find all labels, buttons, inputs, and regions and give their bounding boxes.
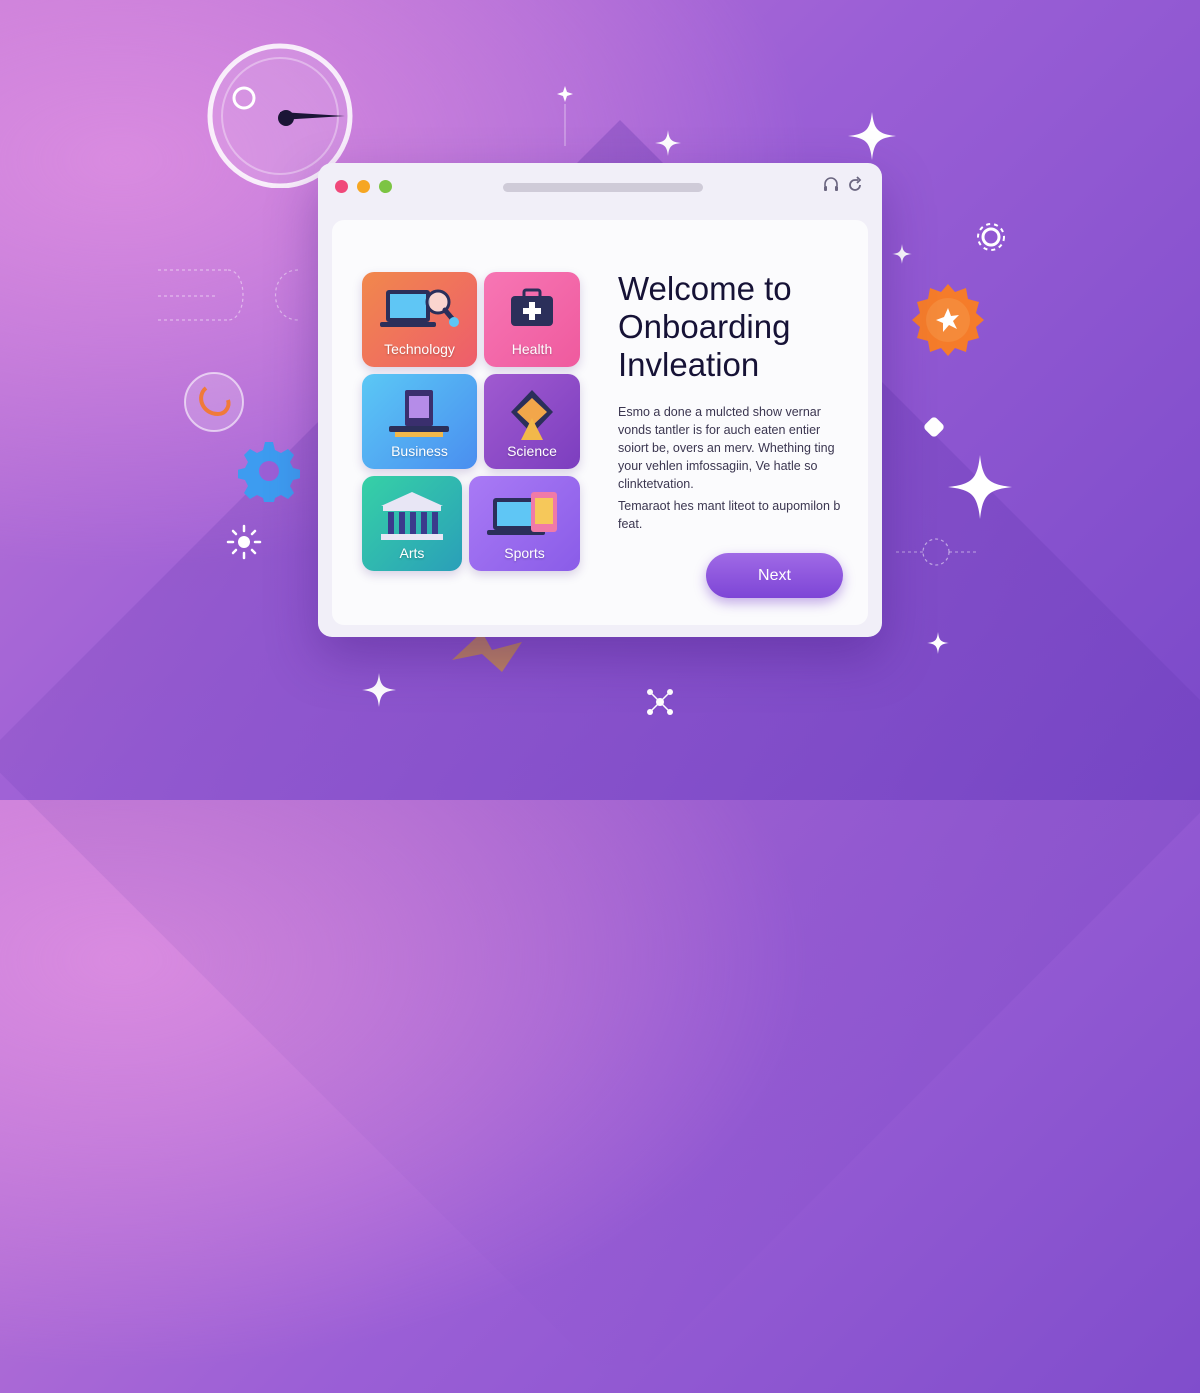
tile-label: Business — [391, 443, 448, 459]
category-tile-business[interactable]: Business — [362, 374, 477, 469]
museum-icon — [381, 492, 443, 540]
tile-label: Arts — [399, 545, 425, 561]
refresh-icon[interactable] — [846, 176, 864, 194]
category-tile-arts[interactable]: Arts — [362, 476, 462, 571]
maximize-window-button[interactable] — [379, 180, 392, 193]
laptop-magnifier-icon — [379, 289, 459, 327]
welcome-title-line-3: Invleation — [618, 346, 760, 383]
dashed-circle-icon — [896, 538, 976, 566]
geometric-shape-icon — [511, 390, 553, 440]
gear-icon — [238, 442, 300, 502]
tile-label: Science — [507, 443, 557, 459]
sparkle-icon — [655, 130, 681, 156]
medical-kit-icon — [511, 288, 553, 326]
welcome-title-line-1: Welcome to — [618, 270, 792, 307]
category-tile-science[interactable]: Science — [484, 374, 580, 469]
tile-label: Technology — [384, 341, 455, 357]
welcome-title-line-2: Onboarding — [618, 308, 791, 345]
close-window-button[interactable] — [335, 180, 348, 193]
window-titlebar — [318, 163, 882, 211]
ribbon-star-decoration — [452, 632, 522, 672]
next-button[interactable]: Next — [706, 553, 843, 598]
dashed-lines-decoration — [158, 269, 298, 321]
category-tile-health[interactable]: Health — [484, 272, 580, 367]
sparkle-icon — [927, 632, 949, 654]
glass-orb-icon — [184, 372, 244, 432]
category-tile-sports[interactable]: Sports — [469, 476, 580, 571]
orange-badge-icon — [912, 284, 984, 356]
welcome-title: Welcome to Onboarding Invleation — [618, 270, 858, 384]
document-stack-icon — [388, 390, 449, 437]
network-nodes-icon — [647, 689, 673, 715]
address-bar[interactable] — [503, 183, 703, 192]
rounded-diamond-icon — [924, 417, 944, 437]
window-content: Technology Health Business Science Arts … — [332, 220, 868, 625]
sparkle-icon — [362, 673, 396, 707]
tile-label: Health — [511, 341, 553, 357]
headset-icon[interactable] — [822, 176, 840, 194]
sun-icon — [226, 524, 262, 560]
sparkle-icon — [892, 244, 912, 264]
sparkle-icon — [848, 112, 896, 160]
devices-icon — [486, 492, 557, 535]
category-tile-technology[interactable]: Technology — [362, 272, 477, 367]
gear-outline-icon — [977, 223, 1005, 251]
onboarding-window: Technology Health Business Science Arts … — [318, 163, 882, 637]
welcome-description: Esmo a done a mulcted show vernar vonds … — [618, 405, 835, 491]
welcome-note: Temaraot hes mant liteot to aupomilon b … — [618, 499, 841, 531]
minimize-window-button[interactable] — [357, 180, 370, 193]
tile-label: Sports — [504, 545, 545, 561]
sparkle-small-icon — [557, 86, 573, 146]
sparkle-icon — [948, 455, 1012, 519]
